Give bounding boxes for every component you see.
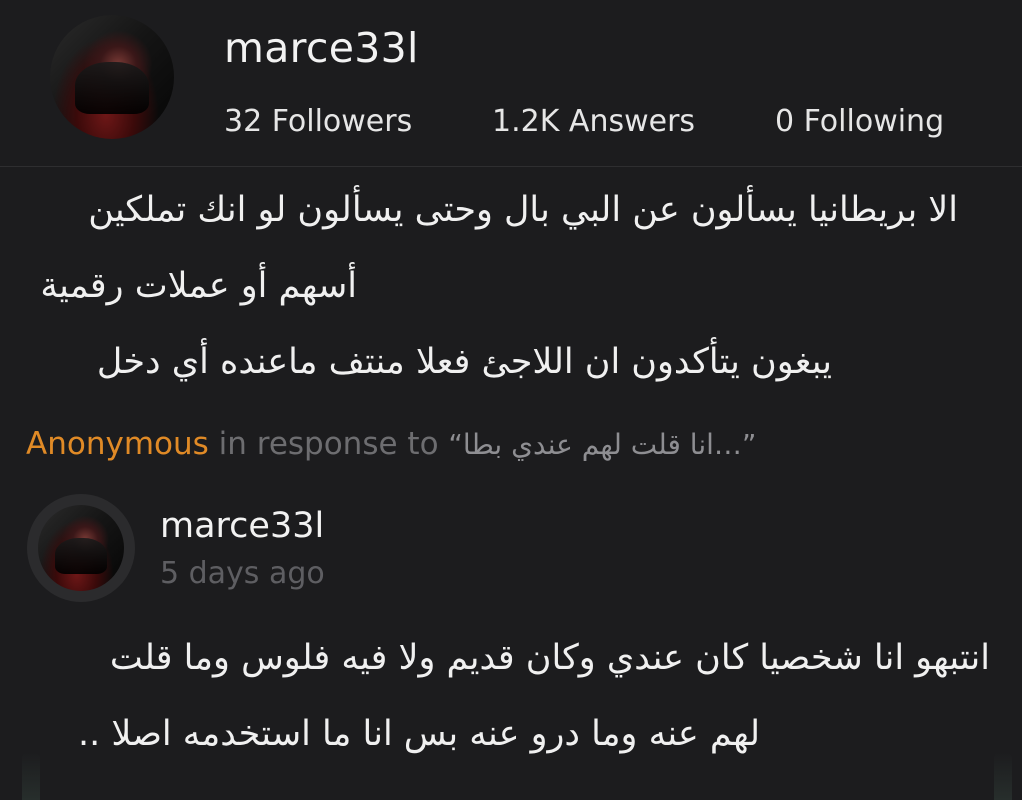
profile-header: marce33l 32 Followers 1.2K Answers 0 Fol… <box>0 0 1022 167</box>
answer-line-2: لهم عنه وما درو عنه بس انا ما استخدمه اص… <box>77 714 760 754</box>
in-response-to-label: in response to <box>218 426 439 462</box>
profile-username[interactable]: marce33l <box>224 24 419 72</box>
question-line-2: أسهم أو عملات رقمية <box>40 266 357 306</box>
answer-line-1: انتبهو انا شخصيا كان عندي وكان قديم ولا … <box>109 638 990 678</box>
followers-count[interactable]: 32 Followers <box>224 104 412 139</box>
bottom-left-edge <box>22 752 40 800</box>
bottom-right-edge <box>994 752 1012 800</box>
answers-count[interactable]: 1.2K Answers <box>492 104 695 139</box>
asker-name[interactable]: Anonymous <box>26 426 209 462</box>
following-count[interactable]: 0 Following <box>775 104 944 139</box>
answer-avatar[interactable] <box>38 505 124 591</box>
question-line-1: الا بريطانيا يسألون عن البي بال وحتى يسأ… <box>88 190 958 230</box>
profile-avatar[interactable] <box>50 15 174 139</box>
answer-author[interactable]: marce33l <box>160 506 324 546</box>
question-line-3: يبغون يتأكدون ان اللاجئ فعلا منتف ماعنده… <box>96 342 832 382</box>
quoted-question-link[interactable]: “انا قلت لهم عندي بطا…” <box>448 428 756 461</box>
response-context: Anonymous in response to “انا قلت لهم عن… <box>26 426 756 462</box>
answer-time: 5 days ago <box>160 556 325 591</box>
